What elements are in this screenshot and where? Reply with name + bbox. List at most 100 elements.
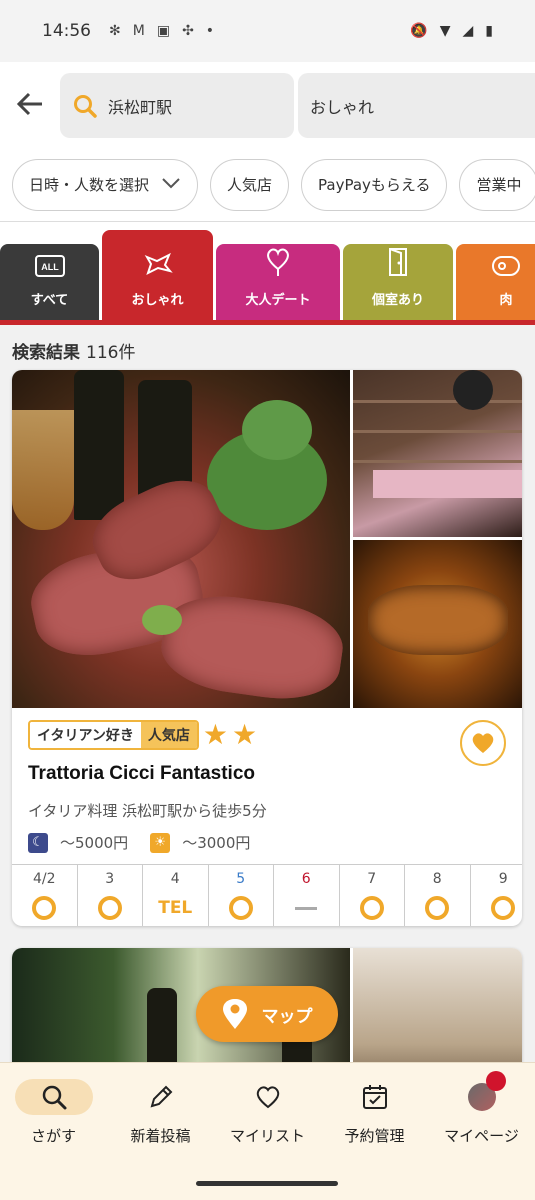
tab-meat[interactable]: 肉	[456, 244, 535, 320]
tab-label: おしゃれ	[131, 293, 184, 308]
moon-icon: ☾	[28, 832, 48, 853]
badge-popular: 人気店	[140, 722, 197, 748]
nav-label: 新着投稿	[130, 1127, 191, 1145]
tab-all[interactable]: ALL すべて	[0, 244, 99, 320]
notification-dot: •	[205, 23, 215, 39]
available-icon	[97, 896, 122, 920]
map-button[interactable]: マップ	[196, 986, 338, 1042]
calendar-day[interactable]: 8	[405, 865, 471, 926]
status-bar: 14:56 ✻ M ▣ ✣ • 🔕 ▼ ◢ ▮	[0, 0, 535, 62]
home-indicator	[196, 1181, 338, 1186]
calendar-day[interactable]: 3	[78, 865, 143, 926]
star-icon: ★	[202, 718, 228, 751]
star-icon: ★	[232, 718, 258, 751]
day-label: 8	[432, 871, 442, 887]
ribbon-icon	[143, 251, 173, 281]
day-label: 3	[105, 871, 115, 887]
notification-badge	[485, 1071, 506, 1091]
filter-popular[interactable]: 人気店	[210, 158, 290, 211]
nav-my-list[interactable]: マイリスト	[214, 1079, 321, 1146]
day-label: 4	[170, 871, 180, 887]
nav-label: マイページ	[444, 1127, 519, 1145]
tab-underline	[0, 320, 535, 325]
heart-icon	[472, 733, 494, 753]
price-info: ☾ ～5000円 ☀ ～3000円	[28, 832, 272, 853]
bottom-navigation: さがす 新着投稿 マイリスト 予約管理 マイページ	[0, 1062, 535, 1200]
filter-datetime-people[interactable]: 日時・人数を選択	[12, 158, 199, 211]
dinner-price: ～5000円	[60, 834, 129, 852]
svg-text:ALL: ALL	[41, 262, 59, 272]
area-search-field[interactable]: 浜松町駅	[60, 73, 294, 138]
chevron-down-icon	[161, 177, 181, 193]
day-label: 5	[236, 871, 246, 887]
calendar-check-icon	[336, 1079, 414, 1115]
back-button[interactable]	[12, 86, 48, 122]
calendar-day[interactable]: 5	[209, 865, 274, 926]
day-label: 7	[367, 871, 377, 887]
wifi-icon: ▼	[439, 23, 451, 39]
chip-label: 日時・人数を選択	[29, 176, 150, 194]
restaurant-photo-interior[interactable]	[353, 370, 522, 537]
restaurant-photo-grill[interactable]	[353, 540, 522, 708]
nav-my-page[interactable]: マイページ	[428, 1071, 535, 1146]
search-icon	[74, 94, 97, 118]
badges: イタリアン好き 人気店 ★ ★	[28, 720, 257, 750]
nav-search[interactable]: さがす	[0, 1079, 107, 1146]
calendar-icon: ▣	[156, 23, 171, 39]
day-label: 4/2	[32, 871, 56, 887]
nav-label: さがす	[30, 1127, 76, 1145]
nav-label: 予約管理	[344, 1127, 405, 1145]
restaurant-photo-main[interactable]	[12, 370, 350, 708]
tab-label: すべて	[30, 293, 69, 308]
calendar-day[interactable]: 4/2	[12, 865, 78, 926]
calendar-day[interactable]: 6	[274, 865, 340, 926]
filter-chips: 日時・人数を選択 人気店 PayPayもらえる 営業中	[0, 148, 535, 222]
results-heading: 検索結果 116件	[12, 338, 135, 363]
badge-italian-lover: イタリアン好き	[30, 722, 141, 748]
calendar-day[interactable]: 7	[340, 865, 405, 926]
available-icon	[425, 896, 450, 920]
chip-label: 営業中	[476, 176, 522, 194]
meat-icon	[491, 255, 521, 281]
tab-label: 個室あり	[371, 293, 424, 308]
calendar-day[interactable]: 4 TEL	[143, 865, 209, 926]
heart-balloon-icon	[264, 247, 292, 281]
tab-adult-date[interactable]: 大人デート	[216, 244, 340, 320]
available-icon	[491, 896, 516, 920]
tab-private-room[interactable]: 個室あり	[343, 244, 453, 320]
tab-label: 大人デート	[245, 293, 311, 308]
favorite-button[interactable]	[460, 720, 506, 766]
restaurant-subtitle: イタリア料理 浜松町駅から徒歩5分	[28, 802, 267, 820]
nav-reservations[interactable]: 予約管理	[321, 1079, 428, 1146]
restaurant-card[interactable]: イタリアン好き 人気店 ★ ★ Trattoria Cicci Fantasti…	[12, 370, 522, 926]
available-icon	[359, 896, 384, 920]
pinwheel-icon: ✣	[182, 23, 194, 39]
pencil-icon	[122, 1079, 200, 1115]
all-icon: ALL	[34, 255, 65, 281]
calendar-day[interactable]: 9	[471, 865, 523, 926]
availability-calendar: 4/2 3 4 TEL 5 6 7 8 9	[12, 864, 522, 926]
tab-stylish[interactable]: おしゃれ	[102, 230, 213, 320]
battery-icon: ▮	[485, 23, 493, 39]
search-icon	[14, 1079, 93, 1115]
gmail-icon: M	[132, 23, 145, 39]
search-header: 浜松町駅 おしゃれ	[0, 62, 535, 148]
filter-paypay[interactable]: PayPayもらえる	[301, 158, 448, 211]
keyword-search-value: おしゃれ	[310, 97, 375, 117]
nav-new-posts[interactable]: 新着投稿	[107, 1079, 214, 1146]
arrow-left-icon	[16, 92, 42, 116]
status-time: 14:56	[42, 21, 91, 41]
tel-label: TEL	[158, 898, 193, 918]
door-icon	[387, 247, 409, 281]
sun-icon: ☀	[150, 832, 171, 853]
slack-icon: ✻	[109, 23, 121, 39]
chip-label: 人気店	[227, 176, 273, 194]
unavailable-dash	[295, 906, 318, 910]
map-pin-icon	[222, 999, 247, 1029]
mute-icon: 🔕	[410, 23, 428, 39]
available-icon	[228, 896, 253, 920]
keyword-search-field[interactable]: おしゃれ	[298, 73, 535, 138]
lunch-price: ～3000円	[182, 834, 251, 852]
restaurant-name[interactable]: Trattoria Cicci Fantastico	[28, 763, 255, 785]
filter-open-now[interactable]: 営業中	[459, 158, 535, 211]
